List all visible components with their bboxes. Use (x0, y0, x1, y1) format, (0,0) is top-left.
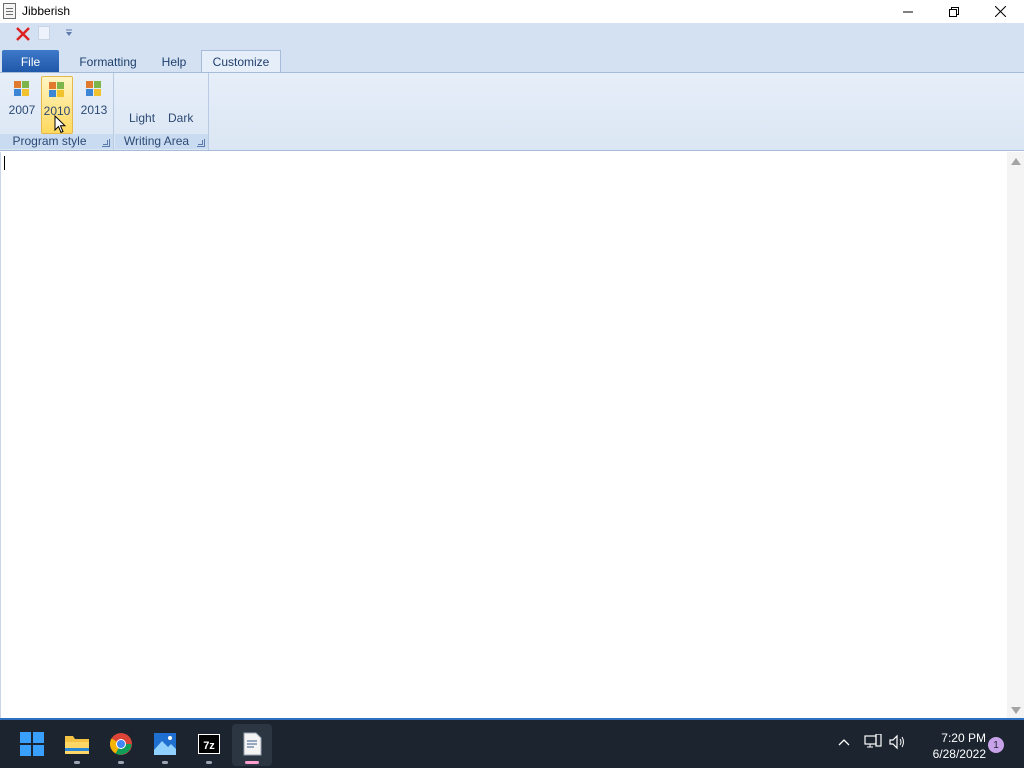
clock-time: 7:20 PM (941, 731, 986, 745)
app-icon[interactable] (3, 3, 16, 19)
photos-icon[interactable] (151, 730, 179, 758)
qat-customize-dropdown[interactable] (64, 28, 74, 38)
vertical-scrollbar[interactable] (1007, 152, 1024, 718)
writing-area[interactable] (0, 152, 1024, 718)
tab-customize[interactable]: Customize (201, 50, 281, 73)
minimize-icon (903, 11, 913, 12)
mouse-cursor-icon (54, 115, 66, 134)
ribbon: File Formatting Help Customize 2007 2010 (0, 23, 1024, 151)
volume-icon[interactable] (889, 734, 907, 768)
writing-area-light-button[interactable]: Light (129, 111, 155, 125)
writing-area-dark-button[interactable]: Dark (168, 111, 193, 125)
taskbar: 7z 7:20 PM 6/28/2022 1 (0, 718, 1024, 768)
window-title: Jibberish (22, 4, 71, 18)
tab-help[interactable]: Help (152, 50, 196, 73)
style-2007-button[interactable]: 2007 (6, 76, 38, 132)
clock-date: 6/28/2022 (932, 747, 986, 761)
office-logo-icon (49, 82, 65, 98)
writing-area-dialog-launcher[interactable] (197, 139, 205, 147)
style-2013-button[interactable]: 2013 (78, 76, 110, 132)
scroll-down-arrow-icon[interactable] (1011, 707, 1021, 714)
group-program-style: 2007 2010 2013 Program style (0, 73, 114, 150)
file-explorer-icon[interactable] (63, 730, 91, 758)
text-caret (4, 156, 5, 170)
style-2013-label: 2013 (80, 103, 108, 117)
ribbon-tabs: File Formatting Help Customize (0, 49, 1024, 73)
qat-exit-button[interactable] (14, 25, 32, 43)
office-logo-icon (14, 81, 30, 97)
close-icon (994, 6, 1006, 17)
style-2007-label: 2007 (8, 103, 36, 117)
quick-access-toolbar (0, 23, 1024, 46)
scroll-up-arrow-icon[interactable] (1011, 158, 1021, 165)
minimize-button[interactable] (885, 0, 931, 23)
running-indicator (118, 761, 124, 764)
windows-start-icon[interactable] (18, 730, 46, 758)
red-x-icon (16, 27, 30, 41)
writing-area-group-label: Writing Area (115, 134, 208, 149)
running-indicator (206, 761, 212, 764)
system-clock[interactable]: 7:20 PM 6/28/2022 (908, 730, 986, 762)
show-hidden-icons-chevron-icon[interactable] (836, 734, 852, 768)
notification-badge[interactable]: 1 (988, 737, 1004, 753)
title-bar: Jibberish (0, 0, 1024, 23)
network-icon[interactable] (864, 733, 882, 768)
tab-file[interactable]: File (2, 50, 59, 73)
restore-icon (949, 6, 959, 17)
program-style-group-label: Program style (0, 134, 113, 149)
group-writing-area: Light Dark Writing Area (115, 73, 209, 150)
running-indicator (74, 761, 80, 764)
svg-text:7z: 7z (203, 740, 215, 752)
running-indicator (162, 761, 168, 764)
jibberish-icon[interactable] (238, 730, 266, 758)
chrome-icon[interactable] (107, 730, 135, 758)
close-button[interactable] (977, 0, 1023, 23)
program-style-dialog-launcher[interactable] (102, 139, 110, 147)
ribbon-panel: 2007 2010 2013 Program style Light Dark … (0, 72, 1024, 151)
new-document-icon[interactable] (38, 26, 50, 40)
7zip-icon[interactable]: 7z (195, 730, 223, 758)
restore-button[interactable] (931, 0, 977, 23)
active-indicator (245, 761, 259, 764)
tab-formatting[interactable]: Formatting (66, 50, 150, 73)
office-logo-icon (86, 81, 102, 97)
dropdown-arrow-icon (66, 29, 72, 36)
